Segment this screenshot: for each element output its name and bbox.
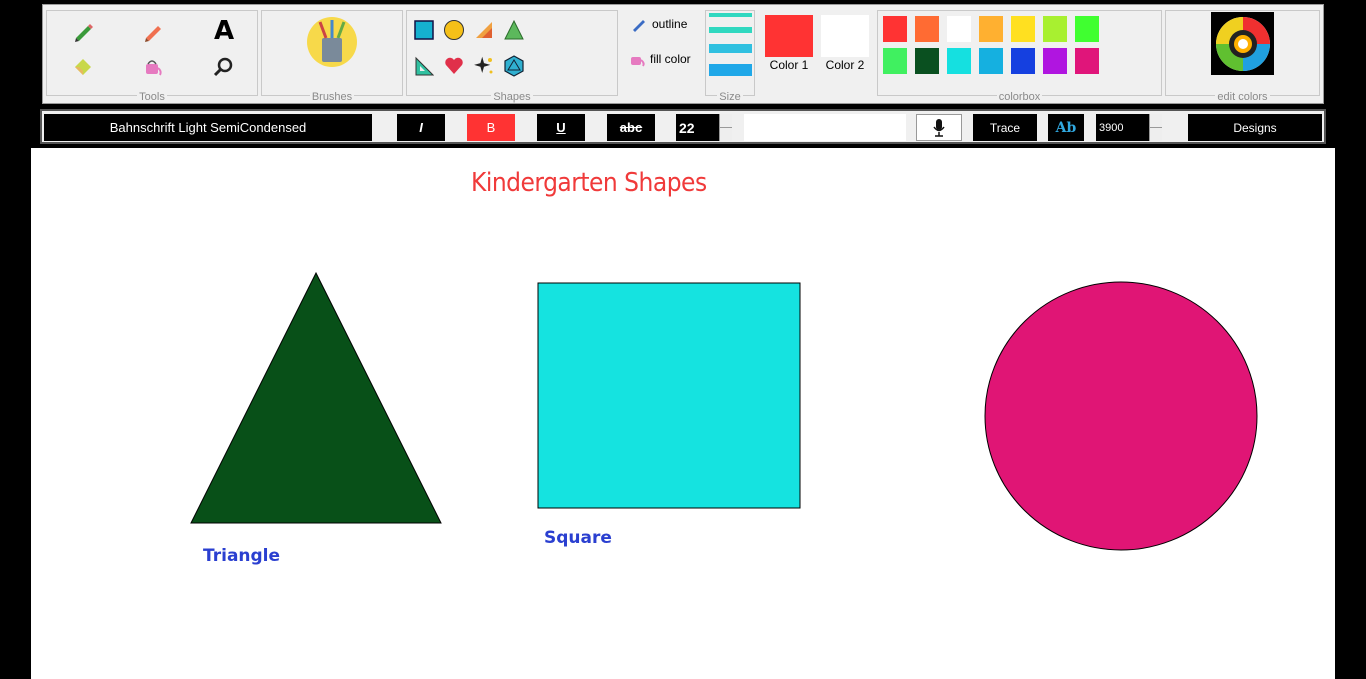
triangle-label: Triangle <box>203 546 281 566</box>
palette-swatch-12[interactable] <box>1011 48 1035 74</box>
palette-swatch-1[interactable] <box>883 16 907 42</box>
sparkle-shape-icon[interactable] <box>473 55 495 77</box>
size-option-4[interactable] <box>709 64 752 76</box>
outline-pen-icon <box>633 20 645 32</box>
drawing-canvas[interactable]: Kindergarten Shapes Triangle Square <box>31 148 1335 679</box>
color1-swatch[interactable] <box>765 15 813 57</box>
underline-button[interactable]: U <box>537 114 585 141</box>
palette-swatch-8[interactable] <box>883 48 907 74</box>
palette-swatch-14[interactable] <box>1075 48 1099 74</box>
eraser-icon[interactable] <box>71 55 95 79</box>
color-wheel-icon[interactable] <box>1211 12 1274 75</box>
number-value: 3900 <box>1099 121 1124 134</box>
italic-button[interactable]: I <box>397 114 445 141</box>
text-style-button[interactable]: Ab <box>1048 114 1084 141</box>
outline-label: outline <box>652 17 688 31</box>
font-size-field[interactable]: 22 <box>676 114 732 141</box>
palette-swatch-3[interactable] <box>947 16 971 42</box>
brushes-icon[interactable] <box>306 16 358 68</box>
palette-swatch-2[interactable] <box>915 16 939 42</box>
outline-button[interactable]: outline <box>631 13 695 35</box>
square-label: Square <box>544 528 612 548</box>
palette-swatch-4[interactable] <box>979 16 1003 42</box>
square-shape-icon[interactable] <box>413 19 435 41</box>
color-pencil-icon[interactable] <box>141 19 165 43</box>
edit-colors-label: edit colors <box>1215 91 1270 103</box>
colorbox-group: colorbox <box>877 10 1162 103</box>
font-size-spinner[interactable] <box>719 114 732 141</box>
circle-shape-icon[interactable] <box>443 19 465 41</box>
palette-swatch-9[interactable] <box>915 48 939 74</box>
color2-swatch[interactable] <box>821 15 869 57</box>
strikethrough-button[interactable]: abc <box>607 114 655 141</box>
trace-button[interactable]: Trace <box>973 114 1037 141</box>
triangle-shape-icon[interactable] <box>503 19 525 41</box>
ribbon: A Tools Brushes Shapes outline fill colo… <box>42 4 1324 104</box>
shapes-layer <box>190 271 1258 551</box>
brushes-group: Brushes <box>261 10 403 103</box>
magnifier-icon[interactable] <box>211 55 235 79</box>
fill-color-label: fill color <box>650 52 691 66</box>
text-input-area[interactable] <box>744 114 906 141</box>
text-tool-icon[interactable]: A <box>211 16 237 46</box>
fill-bucket-icon[interactable] <box>141 55 165 79</box>
designs-button[interactable]: Designs <box>1188 114 1322 141</box>
shapes-group: Shapes <box>406 10 618 103</box>
format-bar: Bahnschrift Light SemiCondensed I B U ab… <box>40 109 1326 144</box>
tools-group: A Tools <box>46 10 258 103</box>
font-size-value: 22 <box>679 119 695 136</box>
palette-swatch-7[interactable] <box>1075 16 1099 42</box>
font-name-field[interactable]: Bahnschrift Light SemiCondensed <box>44 114 372 141</box>
pencil-icon[interactable] <box>71 19 95 43</box>
tools-label: Tools <box>137 91 167 103</box>
palette-swatch-10[interactable] <box>947 48 971 74</box>
icosahedron-shape-icon[interactable] <box>503 55 525 77</box>
fill-bucket-small-icon <box>631 57 645 67</box>
microphone-button[interactable] <box>916 114 962 141</box>
palette-swatch-11[interactable] <box>979 48 1003 74</box>
number-spinner[interactable] <box>1149 114 1162 141</box>
brushes-label: Brushes <box>309 91 355 103</box>
color1-label: Color 1 <box>769 58 809 72</box>
size-option-2[interactable] <box>709 27 752 33</box>
right-triangle-shape-icon[interactable] <box>473 19 495 41</box>
square-shape[interactable] <box>537 282 801 509</box>
colorbox-label: colorbox <box>996 91 1043 103</box>
heart-shape-icon[interactable] <box>443 55 465 77</box>
fill-color-button[interactable]: fill color <box>629 48 699 70</box>
size-group: Size <box>705 10 755 103</box>
number-field[interactable]: 3900 <box>1096 114 1162 141</box>
size-option-3[interactable] <box>709 44 752 53</box>
palette-swatch-5[interactable] <box>1011 16 1035 42</box>
set-square-shape-icon[interactable] <box>413 55 435 77</box>
size-label: Size <box>717 91 743 103</box>
edit-colors-group: edit colors <box>1165 10 1320 103</box>
microphone-icon <box>933 118 945 137</box>
color2-label: Color 2 <box>825 58 865 72</box>
palette-swatch-6[interactable] <box>1043 16 1067 42</box>
bold-button[interactable]: B <box>467 114 515 141</box>
size-option-1[interactable] <box>709 13 752 17</box>
palette-swatch-13[interactable] <box>1043 48 1067 74</box>
shapes-label: Shapes <box>491 91 533 103</box>
circle-shape[interactable] <box>984 281 1258 551</box>
triangle-shape[interactable] <box>190 271 442 524</box>
